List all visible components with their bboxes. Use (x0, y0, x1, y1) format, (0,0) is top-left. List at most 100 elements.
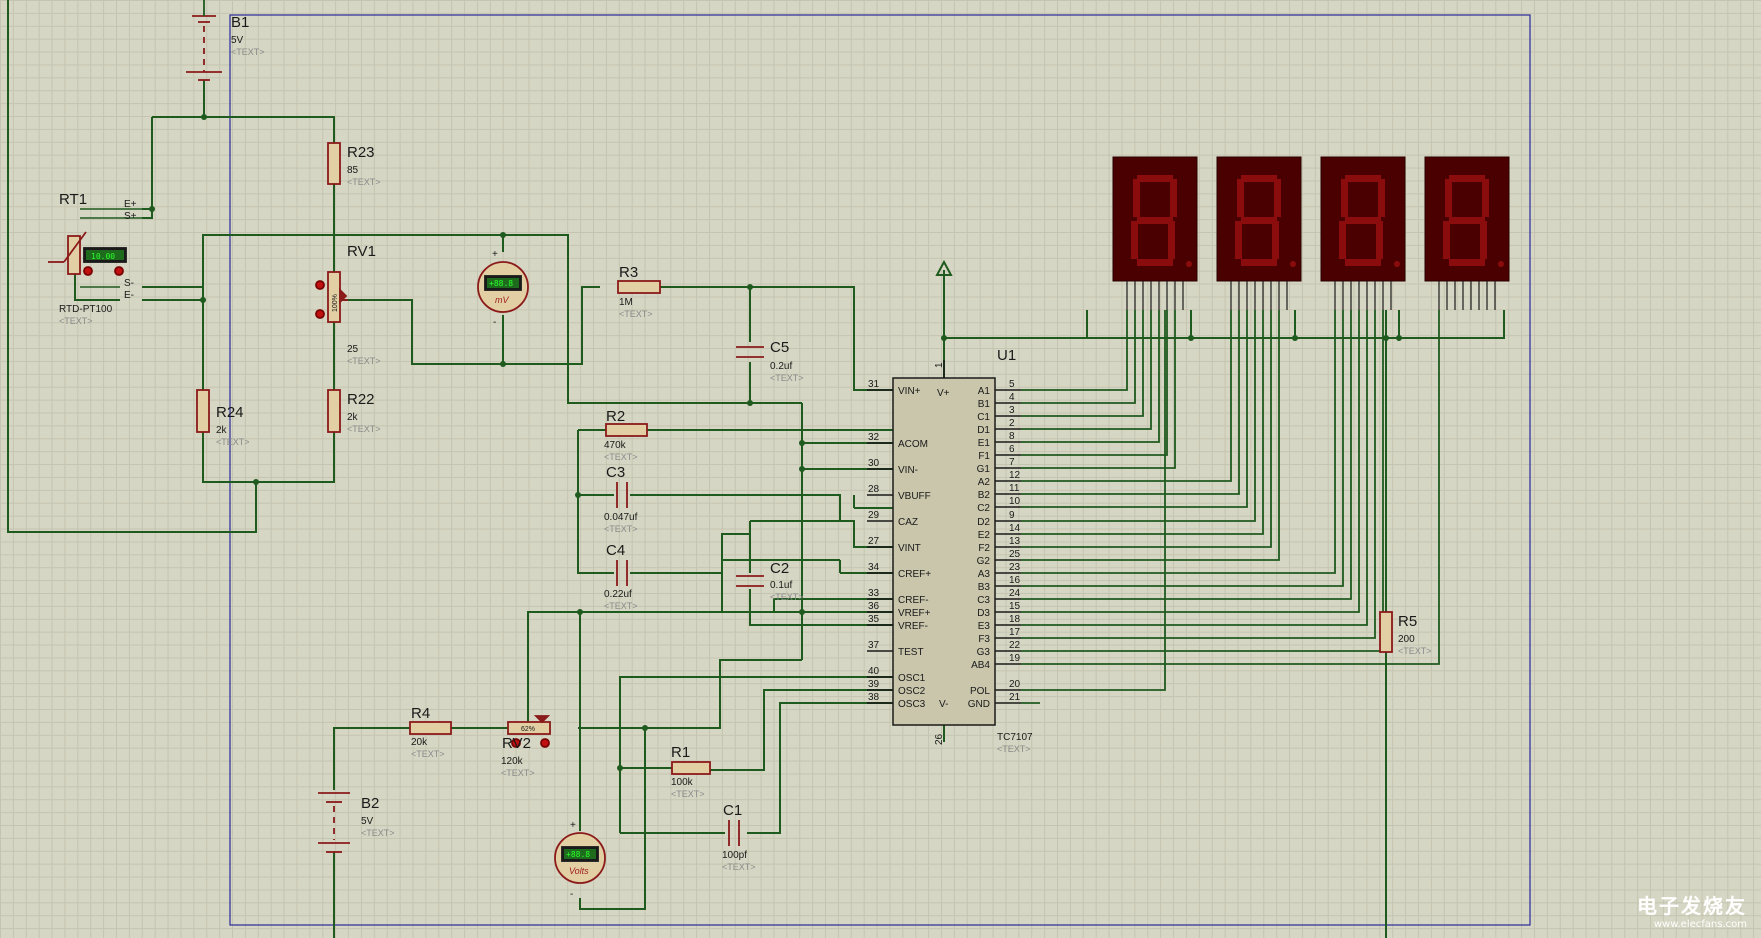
capacitor-c2[interactable] (736, 575, 764, 587)
capacitor-c5[interactable] (736, 346, 764, 358)
rt1-pin-e-minus: E- (124, 290, 134, 301)
battery-b2[interactable] (318, 792, 350, 853)
mv-meter-reading: +88.8 (489, 279, 513, 288)
u1-pin-name: F3 (978, 634, 990, 645)
u1-pin-number: 29 (868, 510, 880, 521)
display-segment (1131, 221, 1138, 259)
u1-pin-name: B3 (978, 582, 991, 593)
u1-pin-name: POL (970, 686, 990, 697)
u1-pin-number: 23 (1009, 562, 1021, 573)
junction-dot (200, 297, 206, 303)
c3-ref: C3 (606, 464, 625, 481)
junction-dot (575, 492, 581, 498)
u1-pin-number: 21 (1009, 692, 1021, 703)
u1-pin-name: VREF- (898, 621, 928, 632)
u1-pin-number: 33 (868, 588, 880, 599)
display-segment (1443, 221, 1450, 259)
resistor-r5[interactable] (1379, 611, 1393, 653)
display-segment (1345, 217, 1381, 224)
display-segment (1137, 259, 1173, 266)
display-dot (1394, 261, 1400, 267)
u1-part: TC7107 (997, 732, 1033, 743)
r1-value: 100k (671, 777, 694, 788)
u1-pin-name: E1 (978, 438, 991, 449)
u1-pin-number: 36 (868, 601, 880, 612)
display-dot (1290, 261, 1296, 267)
rv1-ref: RV1 (347, 243, 376, 260)
resistor-r2[interactable] (605, 423, 648, 437)
display-segment (1376, 221, 1383, 259)
r3-ref: R3 (619, 264, 638, 281)
u1-pin-number: 14 (1009, 523, 1021, 534)
c1-ref: C1 (723, 802, 742, 819)
u1-pin-name: ACOM (898, 439, 928, 450)
u1-pin-number: 7 (1009, 457, 1015, 468)
volt-meter-plus: + (570, 820, 576, 831)
resistor-r24[interactable] (196, 389, 210, 433)
segment-wire (1021, 310, 1144, 417)
display-segment (1445, 179, 1452, 217)
segment-wire (1021, 310, 1344, 587)
junction-dot (149, 206, 155, 212)
resistor-r1[interactable] (671, 761, 711, 775)
resistor-r23[interactable] (327, 142, 341, 185)
c2-ref: C2 (770, 560, 789, 577)
resistor-r3[interactable] (617, 280, 661, 294)
c4-value: 0.22uf (604, 589, 632, 600)
u1-pin-name: B2 (978, 490, 991, 501)
u1-pin-number: 24 (1009, 588, 1021, 599)
battery-b1[interactable] (186, 0, 222, 81)
u1-pin-name: CREF+ (898, 569, 931, 580)
capacitor-c1[interactable] (728, 820, 740, 846)
c5-tag: <TEXT> (770, 373, 804, 383)
u1-pin-number: 27 (868, 536, 880, 547)
display-segment (1449, 217, 1485, 224)
junction-dot (747, 284, 753, 290)
u1-pin-name: GND (968, 699, 990, 710)
display-dot (1186, 261, 1192, 267)
r22-value: 2k (347, 412, 359, 423)
junction-dot (500, 232, 506, 238)
capacitor-c4[interactable] (616, 560, 628, 586)
rt1-pin-e-plus: E+ (124, 199, 137, 210)
r24-tag: <TEXT> (216, 437, 250, 447)
mv-meter-minus: - (493, 317, 496, 328)
r5-ref: R5 (1398, 613, 1417, 630)
c5-value: 0.2uf (770, 361, 792, 372)
junction-dot (1396, 335, 1402, 341)
u1-pin-number: 10 (1009, 496, 1021, 507)
rt1-pin-s-plus: S+ (124, 211, 137, 222)
rv1-value: 25 (347, 344, 359, 355)
u1-pin-number: 39 (868, 679, 880, 690)
resistor-r22[interactable] (327, 389, 341, 433)
junction-dot (1383, 335, 1389, 341)
c1-value: 100pf (722, 850, 747, 861)
display-segment (1378, 179, 1385, 217)
u1-pin-name: VBUFF (898, 491, 931, 502)
c2-tag: <TEXT> (770, 592, 804, 602)
u1-vminus-label: V- (939, 699, 948, 710)
junction-dot (642, 725, 648, 731)
u1-pin-name: OSC2 (898, 686, 926, 697)
segment-wire (1021, 310, 1376, 639)
u1-pin-name: A3 (978, 569, 991, 580)
display-segment (1170, 179, 1177, 217)
r23-ref: R23 (347, 144, 375, 161)
u1-pin-number: 37 (868, 640, 880, 651)
display-segment (1137, 217, 1173, 224)
junction-dot (617, 765, 623, 771)
c2-value: 0.1uf (770, 580, 792, 591)
u1-bottom-pin-number: 26 (934, 733, 945, 745)
r4-value: 20k (411, 737, 428, 748)
watermark-url: www.elecfans.com (1653, 919, 1747, 930)
junction-dot (941, 335, 947, 341)
u1-pin-name: F1 (978, 451, 990, 462)
resistor-r4[interactable] (409, 721, 452, 735)
r1-ref: R1 (671, 744, 690, 761)
c3-value: 0.047uf (604, 512, 638, 523)
u1-pin-number: 5 (1009, 379, 1015, 390)
capacitor-c3[interactable] (616, 482, 628, 508)
u1-pin-name: G2 (977, 556, 991, 567)
u1-pin-number: 32 (868, 432, 880, 443)
segment-wire (1021, 310, 1264, 535)
